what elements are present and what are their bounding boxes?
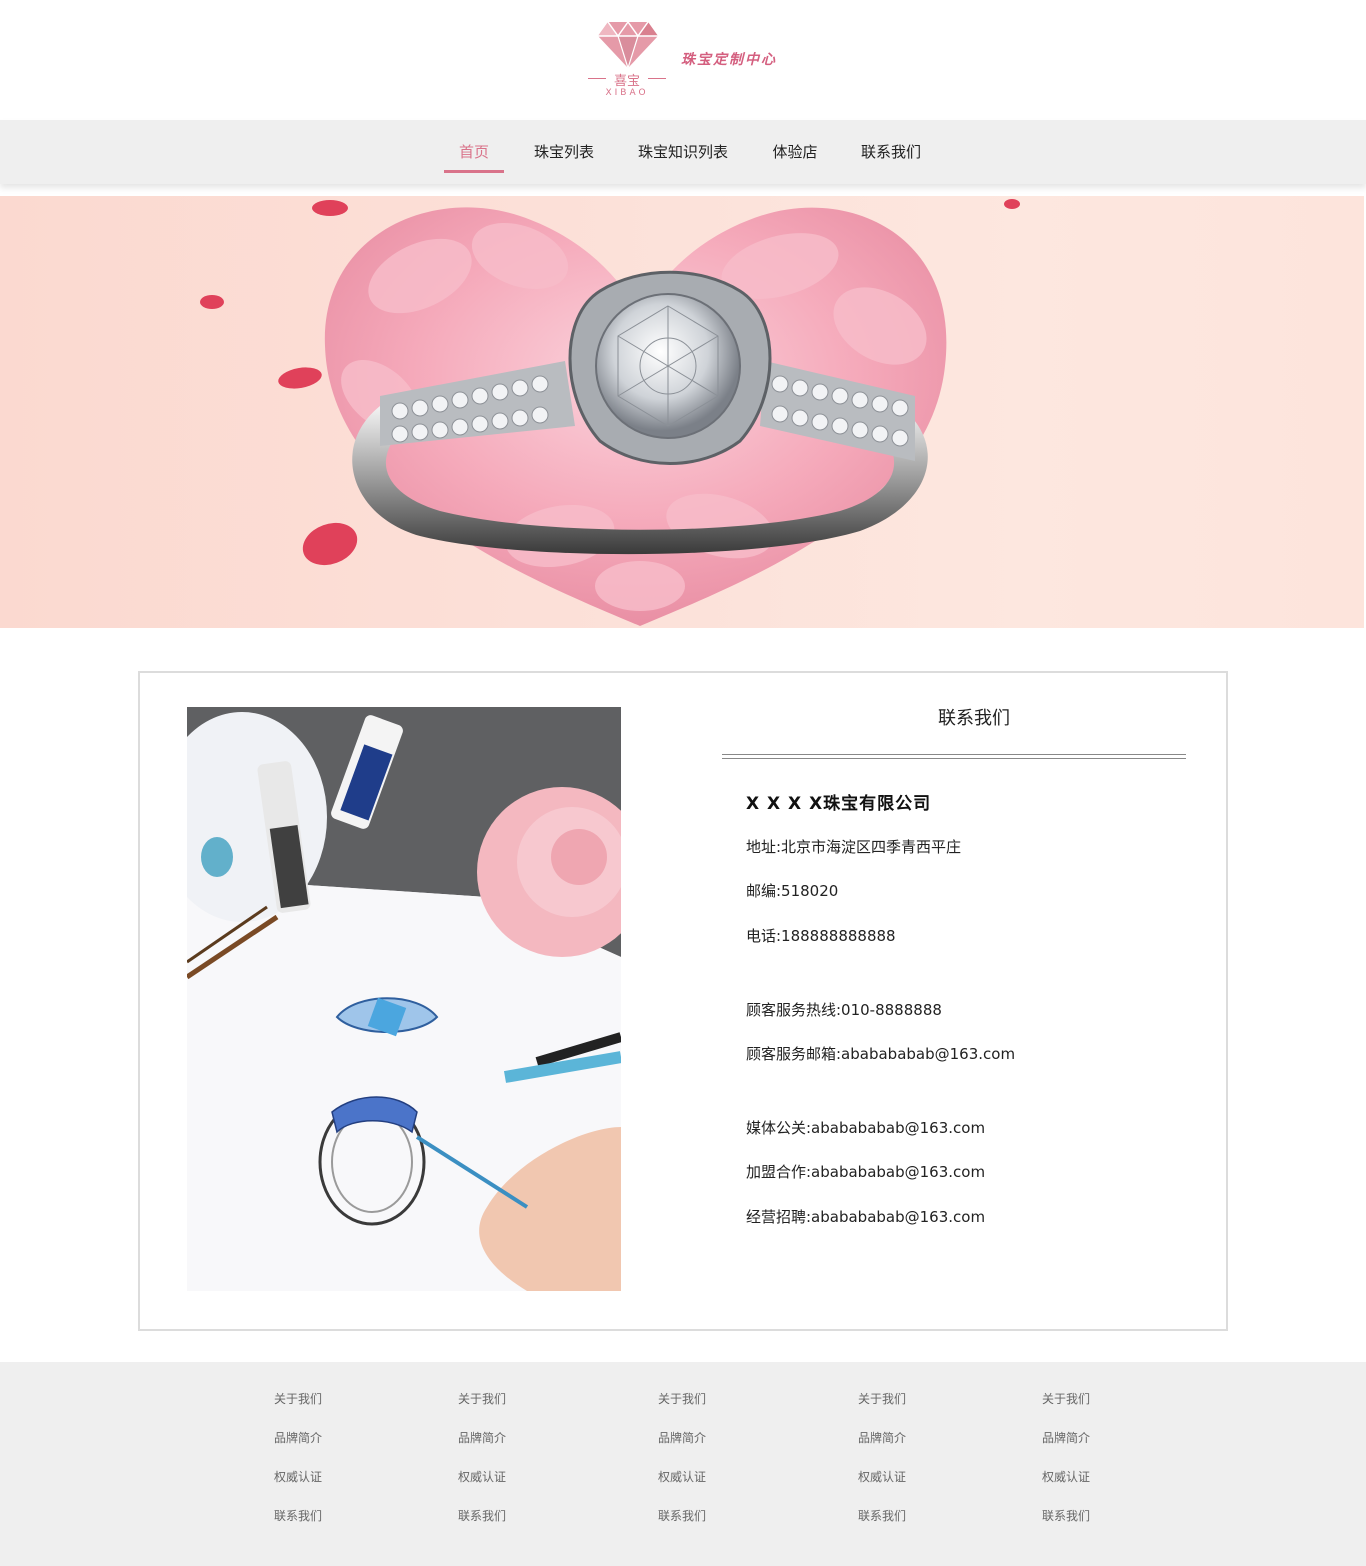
postcode-text: 邮编:518020: [746, 882, 839, 900]
footer-link-brand[interactable]: 品牌简介: [458, 1429, 506, 1446]
footer-link-contact[interactable]: 联系我们: [658, 1507, 706, 1524]
company-name: X X X X珠宝有限公司: [746, 794, 932, 814]
footer-link-brand[interactable]: 品牌简介: [658, 1429, 706, 1446]
recruit-email-text: 经营招聘:ababababab@163.com: [746, 1208, 986, 1226]
footer-link-certification[interactable]: 权威认证: [858, 1468, 906, 1485]
nav-item-experience-store[interactable]: 体验店: [764, 120, 826, 184]
footer-link-contact[interactable]: 联系我们: [274, 1507, 322, 1524]
phone-text: 电话:188888888888: [746, 927, 896, 945]
title-divider: [722, 754, 1186, 759]
jewelry-design-photo: [187, 707, 621, 1291]
address-text: 地址:北京市海淀区四季青西平庄: [746, 838, 962, 856]
logo-english-name: XIBAO: [605, 88, 649, 98]
footer-link-certification[interactable]: 权威认证: [658, 1468, 706, 1485]
hero-banner: [0, 196, 1364, 628]
service-email-text: 顾客服务邮箱:ababababab@163.com: [746, 1045, 1016, 1063]
footer-link-brand[interactable]: 品牌简介: [274, 1429, 322, 1446]
footer-link-contact[interactable]: 联系我们: [1042, 1507, 1090, 1524]
footer-link-about[interactable]: 关于我们: [858, 1390, 906, 1407]
footer-link-contact[interactable]: 联系我们: [458, 1507, 506, 1524]
footer-link-about[interactable]: 关于我们: [1042, 1390, 1090, 1407]
contact-title: 联系我们: [938, 708, 1010, 729]
footer-link-certification[interactable]: 权威认证: [274, 1468, 322, 1485]
diamond-ring-image: [200, 199, 1020, 627]
brand-logo[interactable]: 喜宝 XIBAO: [582, 18, 672, 100]
site-header: 喜宝 XIBAO 珠宝定制中心: [0, 0, 1366, 120]
main-nav: 首页 珠宝列表 珠宝知识列表 体验店 联系我们: [0, 120, 1366, 184]
nav-item-jewelry-list[interactable]: 珠宝列表: [526, 120, 602, 184]
footer-link-about[interactable]: 关于我们: [274, 1390, 322, 1407]
contact-section: [138, 671, 1228, 1331]
brand-tagline: 珠宝定制中心: [681, 52, 777, 68]
footer-link-about[interactable]: 关于我们: [458, 1390, 506, 1407]
site-footer: 关于我们 品牌简介 权威认证 联系我们 关于我们 品牌简介 权威认证 联系我们 …: [0, 1362, 1366, 1566]
logo-chinese-name: 喜宝: [582, 70, 672, 89]
media-email-text: 媒体公关:ababababab@163.com: [746, 1119, 986, 1137]
footer-link-certification[interactable]: 权威认证: [1042, 1468, 1090, 1485]
footer-link-contact[interactable]: 联系我们: [858, 1507, 906, 1524]
footer-link-brand[interactable]: 品牌简介: [1042, 1429, 1090, 1446]
diamond-icon: [598, 20, 658, 68]
nav-item-knowledge-list[interactable]: 珠宝知识列表: [630, 120, 736, 184]
footer-link-certification[interactable]: 权威认证: [458, 1468, 506, 1485]
franchise-email-text: 加盟合作:ababababab@163.com: [746, 1163, 986, 1181]
hotline-text: 顾客服务热线:010-8888888: [746, 1001, 942, 1019]
design-sketch-image: [187, 707, 621, 1291]
nav-item-contact[interactable]: 联系我们: [852, 120, 930, 184]
footer-link-about[interactable]: 关于我们: [658, 1390, 706, 1407]
footer-link-brand[interactable]: 品牌简介: [858, 1429, 906, 1446]
nav-item-home[interactable]: 首页: [444, 120, 504, 184]
